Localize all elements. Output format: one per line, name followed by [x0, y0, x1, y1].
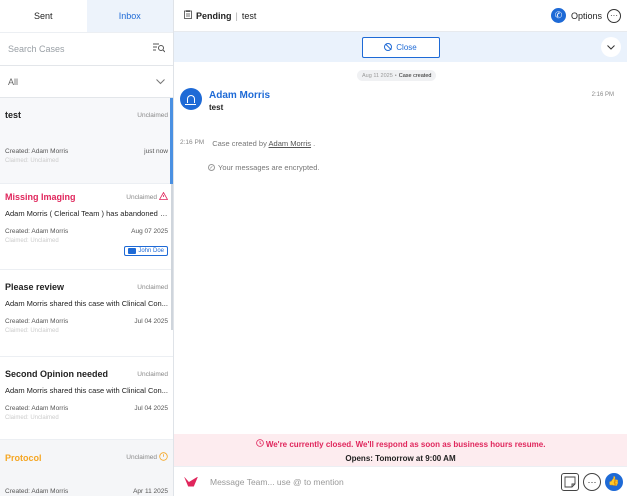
system-text: Case created by Adam Morris . [212, 139, 315, 148]
case-status: Unclaimed [137, 283, 168, 291]
system-user-link[interactable]: Adam Morris [269, 139, 312, 148]
case-item[interactable]: Please review Unclaimed Adam Morris shar… [0, 270, 173, 357]
case-status-group: Unclaimed [126, 452, 168, 463]
thumbs-up-icon[interactable]: 👍 [605, 472, 623, 491]
close-label: Close [396, 42, 417, 52]
case-title: test [5, 110, 22, 120]
more-options-icon[interactable]: ··· [607, 8, 621, 23]
system-message: 2:16 PM Case created by Adam Morris . [180, 139, 315, 148]
case-time: Apr 11 2025 [133, 488, 168, 495]
encryption-note: ✓ Your messages are encrypted. [208, 163, 319, 172]
case-title: Please review [5, 282, 65, 292]
case-filter-select[interactable]: All [0, 66, 173, 98]
case-status: Unclaimed [126, 454, 157, 461]
case-name: test [241, 10, 257, 21]
case-status: Unclaimed [126, 193, 157, 201]
message-sender[interactable]: Adam Morris [209, 90, 270, 101]
conversation-header: Pending | test ✆ Options ··· [174, 0, 627, 32]
case-claimed: Claimed: Unclaimed [5, 328, 59, 334]
tab-bar: Sent Inbox [0, 0, 173, 32]
case-time: Aug 07 2025 [131, 228, 168, 235]
tab-inbox[interactable]: Inbox [86, 0, 173, 32]
case-title: Second Opinion needed [5, 369, 109, 379]
search-bar [0, 32, 173, 66]
tab-sent[interactable]: Sent [0, 0, 87, 32]
options-label[interactable]: Options [571, 11, 602, 21]
scrollbar[interactable] [171, 184, 173, 330]
header-actions: ✆ Options ··· [550, 8, 621, 23]
bell-icon [180, 88, 202, 110]
conversation-panel: Pending | test ✆ Options ··· Close Aug 1… [174, 0, 627, 496]
ban-icon [384, 43, 393, 51]
date-chip-bullet: • [394, 72, 397, 79]
more-options-icon[interactable]: ··· [583, 472, 601, 491]
assignee-badge[interactable]: John Doe [124, 246, 168, 256]
filter-icon[interactable] [153, 43, 166, 55]
system-suffix: . [313, 139, 316, 148]
check-shield-icon: ✓ [208, 164, 215, 171]
message-composer: ··· 👍 [174, 466, 627, 496]
case-created: Created: Adam Morris [5, 405, 69, 412]
case-created: Created: Adam Morris [5, 318, 69, 325]
case-created: Created: Adam Morris [5, 228, 69, 235]
case-preview: Adam Morris shared this case with Clinic… [5, 386, 168, 395]
case-claimed: Claimed: Unclaimed [5, 238, 59, 244]
case-item[interactable]: Protocol Unclaimed Created: Adam Morris … [0, 440, 173, 496]
case-preview: Adam Morris shared this case with Clinic… [5, 299, 168, 308]
case-status-group: Unclaimed [126, 191, 169, 202]
search-input[interactable] [8, 44, 128, 54]
system-prefix: Case created by [212, 139, 267, 148]
phone-icon[interactable]: ✆ [550, 8, 566, 23]
assignee-name: John Doe [138, 248, 164, 254]
notice-line2: Opens: Tomorrow at 9:00 AM [345, 454, 456, 463]
warning-icon [158, 191, 169, 202]
case-item[interactable]: Missing Imaging Unclaimed Adam Morris ( … [0, 184, 173, 270]
case-title: Protocol [5, 452, 42, 463]
case-status: Unclaimed [137, 111, 168, 119]
date-chip-date: Aug 11 2025 [362, 72, 393, 79]
sticky-note-icon[interactable] [561, 472, 579, 491]
case-action-bar: Close [174, 32, 627, 62]
user-card-icon [128, 248, 137, 254]
case-time: just now [144, 148, 168, 155]
brand-logo-icon [184, 475, 198, 489]
closed-notice: We're currently closed. We'll respond as… [174, 434, 627, 466]
message-input[interactable] [210, 476, 557, 487]
encryption-text: Your messages are encrypted. [218, 163, 320, 172]
case-status-label: Pending [196, 10, 232, 21]
selected-indicator [170, 98, 173, 184]
case-title: Missing Imaging [5, 192, 76, 202]
system-time: 2:16 PM [180, 139, 205, 146]
chevron-down-icon[interactable] [601, 37, 621, 57]
separator: | [235, 10, 238, 21]
clock-icon [159, 452, 168, 463]
close-case-button[interactable]: Close [361, 36, 440, 58]
case-preview: Adam Morris ( Clerical Team ) has abando… [5, 209, 168, 218]
case-created: Created: Adam Morris [5, 488, 69, 495]
notice-line1: We're currently closed. We'll respond as… [265, 440, 546, 449]
case-claimed: Claimed: Unclaimed [5, 415, 59, 421]
message-time: 2:16 PM [591, 92, 614, 98]
case-time: Jul 04 2025 [134, 318, 168, 325]
clock-icon [255, 439, 266, 449]
case-item[interactable]: Second Opinion needed Unclaimed Adam Mor… [0, 357, 173, 440]
date-divider: Aug 11 2025 • Case created [357, 70, 437, 81]
date-chip-event: Case created [398, 72, 432, 79]
case-item[interactable]: test Unclaimed Created: Adam Morris just… [0, 98, 173, 184]
case-status: Unclaimed [137, 370, 168, 378]
chevron-down-icon [156, 77, 165, 87]
case-list-panel: Sent Inbox All test Unclaimed Created: A… [0, 0, 174, 496]
filter-selected: All [8, 76, 19, 87]
case-created: Created: Adam Morris [5, 148, 69, 155]
case-time: Jul 04 2025 [134, 405, 168, 412]
case-heading: Pending | test [184, 10, 256, 21]
notice-line1-row: We're currently closed. We'll respond as… [174, 439, 627, 449]
case-claimed: Claimed: Unclaimed [5, 158, 59, 164]
clipboard-icon [184, 10, 192, 21]
message-text: test [209, 103, 224, 112]
